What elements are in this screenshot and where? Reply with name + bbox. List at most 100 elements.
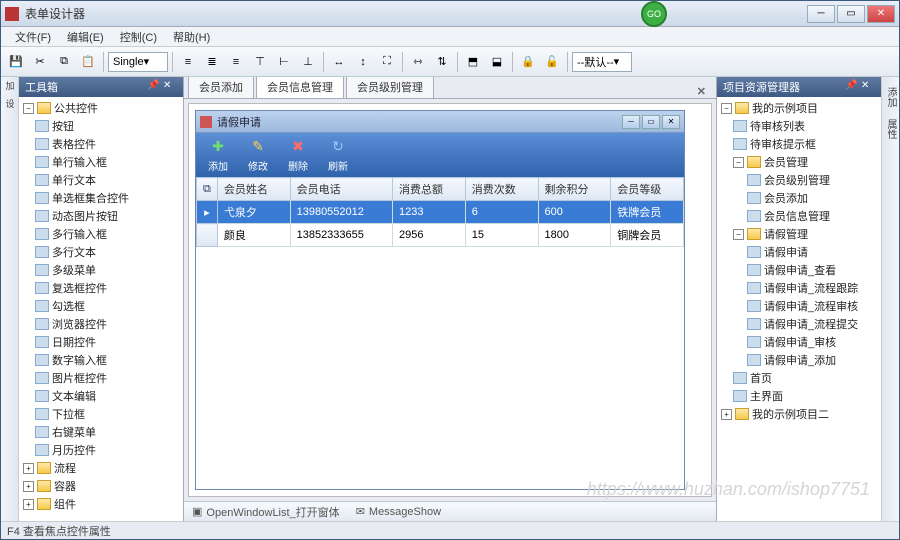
proj-item[interactable]: 请假申请_查看 bbox=[719, 261, 879, 279]
proj-root2[interactable]: +我的示例项目二 bbox=[719, 405, 879, 423]
tool-cut-icon[interactable]: ✂ bbox=[29, 51, 51, 73]
proj-item[interactable]: 首页 bbox=[719, 369, 879, 387]
sidetab-right-add[interactable]: 添加 bbox=[882, 81, 899, 113]
design-surface[interactable]: 请假申请 ─ ▭ ✕ ✚添加✎修改✖删除↻刷新 ⧉会员姓名会员电话消费总额消费次… bbox=[188, 103, 712, 497]
grid-cell[interactable]: 13980552012 bbox=[290, 201, 392, 224]
align-right-icon[interactable]: ≡ bbox=[225, 51, 247, 73]
grid-rowheader[interactable] bbox=[197, 224, 218, 247]
tree-item[interactable]: 单行输入框 bbox=[21, 153, 181, 171]
grid-header[interactable]: 会员等级 bbox=[611, 178, 684, 201]
tree-item[interactable]: 日期控件 bbox=[21, 333, 181, 351]
proj-item[interactable]: 请假申请_流程提交 bbox=[719, 315, 879, 333]
tool-paste-icon[interactable]: 📋 bbox=[77, 51, 99, 73]
tree-item[interactable]: 浏览器控件 bbox=[21, 315, 181, 333]
size-height-icon[interactable]: ↕ bbox=[352, 51, 374, 73]
menu-help[interactable]: 帮助(H) bbox=[165, 27, 218, 47]
tree-item[interactable]: 单行文本 bbox=[21, 171, 181, 189]
inner-close-icon[interactable]: ✕ bbox=[662, 115, 680, 129]
project-tree[interactable]: −我的示例项目待审核列表待审核提示框−会员管理会员级别管理会员添加会员信息管理−… bbox=[717, 97, 881, 521]
tree-item[interactable]: 按钮 bbox=[21, 117, 181, 135]
proj-item[interactable]: 请假申请 bbox=[719, 243, 879, 261]
grid-header[interactable]: 消费总额 bbox=[393, 178, 466, 201]
bring-front-icon[interactable]: ⬒ bbox=[462, 51, 484, 73]
tree-item[interactable]: 多级菜单 bbox=[21, 261, 181, 279]
grid-cell[interactable]: 1800 bbox=[538, 224, 611, 247]
proj-item[interactable]: 会员添加 bbox=[719, 189, 879, 207]
align-center-icon[interactable]: ≣ bbox=[201, 51, 223, 73]
menu-control[interactable]: 控制(C) bbox=[112, 27, 165, 47]
tool-copy-icon[interactable]: ⧉ bbox=[53, 51, 75, 73]
tree-group[interactable]: +流程 bbox=[21, 459, 181, 477]
proj-item[interactable]: 待审核提示框 bbox=[719, 135, 879, 153]
tree-item[interactable]: 复选框控件 bbox=[21, 279, 181, 297]
status-msgshow[interactable]: ✉ MessageShow bbox=[356, 505, 441, 518]
tree-item[interactable]: 多行输入框 bbox=[21, 225, 181, 243]
tree-root[interactable]: −公共控件 bbox=[21, 99, 181, 117]
menu-file[interactable]: 文件(F) bbox=[7, 27, 59, 47]
tree-item[interactable]: 文本编辑 bbox=[21, 387, 181, 405]
menu-edit[interactable]: 编辑(E) bbox=[59, 27, 112, 47]
inner-max-icon[interactable]: ▭ bbox=[642, 115, 660, 129]
tree-item[interactable]: 月历控件 bbox=[21, 441, 181, 459]
grid-cell[interactable]: 2956 bbox=[393, 224, 466, 247]
lock-icon[interactable]: 🔒 bbox=[517, 51, 539, 73]
proj-item[interactable]: 主界面 bbox=[719, 387, 879, 405]
align-middle-icon[interactable]: ⊢ bbox=[273, 51, 295, 73]
align-bottom-icon[interactable]: ⊥ bbox=[297, 51, 319, 73]
default-select[interactable]: --默认-- ▾ bbox=[572, 52, 632, 72]
proj-root[interactable]: −我的示例项目 bbox=[719, 99, 879, 117]
tree-item[interactable]: 右键菜单 bbox=[21, 423, 181, 441]
toolbox-tree[interactable]: −公共控件按钮表格控件单行输入框单行文本单选框集合控件动态图片按钮多行输入框多行… bbox=[19, 97, 183, 521]
project-pin-icon[interactable]: 📌 bbox=[845, 80, 859, 94]
grid-cell[interactable]: 13852333655 bbox=[290, 224, 392, 247]
proj-item[interactable]: 请假申请_流程跟踪 bbox=[719, 279, 879, 297]
status-openwindow[interactable]: ▣ OpenWindowList_打开窗体 bbox=[192, 504, 340, 520]
grid-corner[interactable]: ⧉ bbox=[197, 178, 218, 201]
tree-item[interactable]: 勾选框 bbox=[21, 297, 181, 315]
tree-item[interactable]: 动态图片按钮 bbox=[21, 207, 181, 225]
inner-btn-修改[interactable]: ✎修改 bbox=[242, 136, 274, 175]
tree-item[interactable]: 图片框控件 bbox=[21, 369, 181, 387]
align-top-icon[interactable]: ⊤ bbox=[249, 51, 271, 73]
tree-item[interactable]: 下拉框 bbox=[21, 405, 181, 423]
project-close-icon[interactable]: ✕ bbox=[861, 80, 875, 94]
inner-titlebar[interactable]: 请假申请 ─ ▭ ✕ bbox=[196, 111, 684, 133]
grid-header[interactable]: 会员姓名 bbox=[217, 178, 290, 201]
spacing-v-icon[interactable]: ⇅ bbox=[431, 51, 453, 73]
tab-member-add[interactable]: 会员添加 bbox=[188, 77, 254, 98]
proj-item[interactable]: 请假申请_审核 bbox=[719, 333, 879, 351]
tree-group[interactable]: +组件 bbox=[21, 495, 181, 513]
proj-group[interactable]: −请假管理 bbox=[719, 225, 879, 243]
layout-select[interactable]: Single ▾ bbox=[108, 52, 168, 72]
sidetab-right-props[interactable]: 属性 bbox=[882, 113, 899, 145]
grid-cell[interactable]: 铁牌会员 bbox=[611, 201, 684, 224]
send-back-icon[interactable]: ⬓ bbox=[486, 51, 508, 73]
tool-save-icon[interactable]: 💾 bbox=[5, 51, 27, 73]
inner-btn-添加[interactable]: ✚添加 bbox=[202, 136, 234, 175]
go-badge[interactable]: GO bbox=[641, 1, 667, 27]
tab-member-info[interactable]: 会员信息管理 bbox=[256, 77, 344, 98]
grid-cell[interactable]: 铜牌会员 bbox=[611, 224, 684, 247]
grid-cell[interactable]: 弋泉夕 bbox=[217, 201, 290, 224]
maximize-button[interactable]: ▭ bbox=[837, 5, 865, 23]
sidetab-designer[interactable]: 设计器 bbox=[3, 99, 17, 113]
tree-item[interactable]: 表格控件 bbox=[21, 135, 181, 153]
grid-rowheader[interactable]: ▸ bbox=[197, 201, 218, 224]
close-button[interactable]: ✕ bbox=[867, 5, 895, 23]
tab-member-level[interactable]: 会员级别管理 bbox=[346, 77, 434, 98]
tree-item[interactable]: 数字输入框 bbox=[21, 351, 181, 369]
minimize-button[interactable]: ─ bbox=[807, 5, 835, 23]
tree-item[interactable]: 单选框集合控件 bbox=[21, 189, 181, 207]
proj-item[interactable]: 请假申请_流程审核 bbox=[719, 297, 879, 315]
sidetab-add[interactable]: 加碎 bbox=[3, 81, 17, 95]
size-both-icon[interactable]: ⛶ bbox=[376, 51, 398, 73]
tree-group[interactable]: +容器 bbox=[21, 477, 181, 495]
inner-btn-删除[interactable]: ✖删除 bbox=[282, 136, 314, 175]
size-width-icon[interactable]: ↔ bbox=[328, 51, 350, 73]
grid-cell[interactable]: 600 bbox=[538, 201, 611, 224]
grid-header[interactable]: 会员电话 bbox=[290, 178, 392, 201]
spacing-h-icon[interactable]: ⇿ bbox=[407, 51, 429, 73]
grid-cell[interactable]: 6 bbox=[465, 201, 538, 224]
data-grid[interactable]: ⧉会员姓名会员电话消费总额消费次数剩余积分会员等级▸弋泉夕13980552012… bbox=[196, 177, 684, 489]
grid-cell[interactable]: 15 bbox=[465, 224, 538, 247]
